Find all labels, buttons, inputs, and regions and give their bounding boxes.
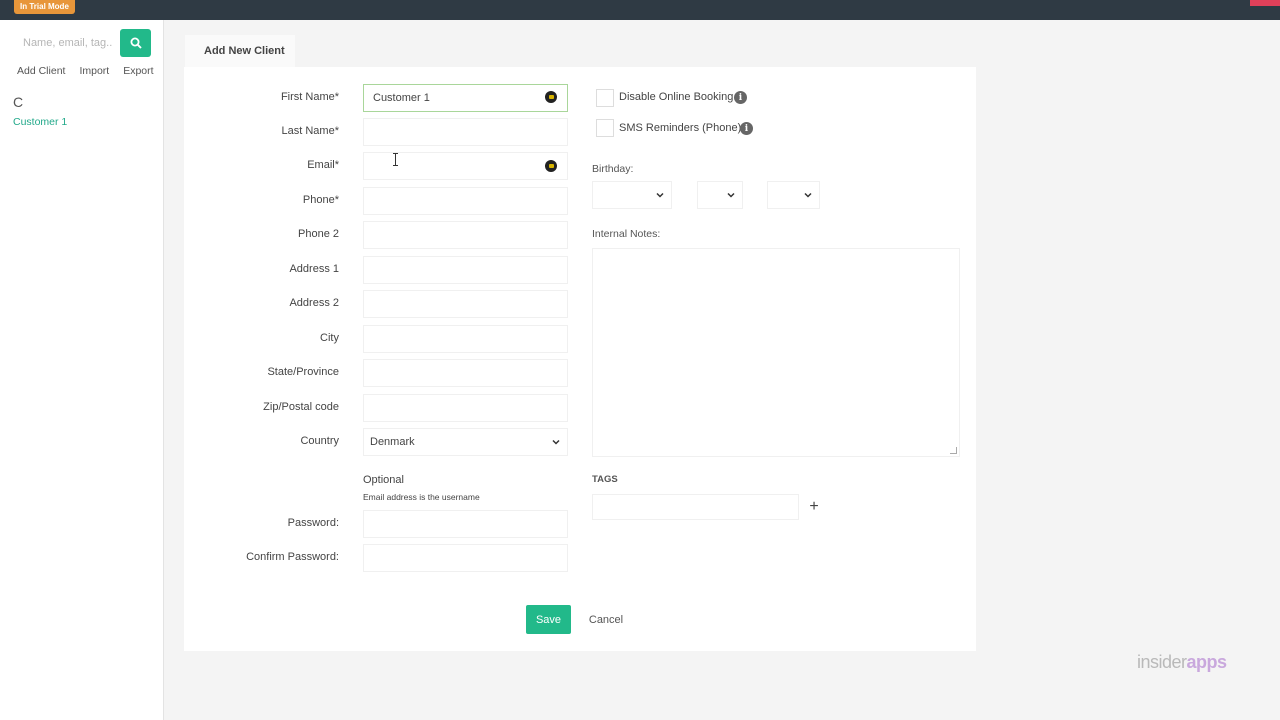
- phone2-label: Phone 2: [298, 228, 339, 240]
- zip-input[interactable]: [363, 394, 568, 422]
- autofill-lock-icon[interactable]: [545, 160, 557, 172]
- sms-reminders-label: SMS Reminders (Phone): [619, 122, 742, 134]
- country-select[interactable]: Denmark: [363, 428, 568, 456]
- resize-handle-icon[interactable]: [950, 447, 957, 454]
- add-tag-button[interactable]: +: [799, 494, 829, 520]
- phone2-input[interactable]: [363, 221, 568, 249]
- disable-online-booking-checkbox[interactable]: [596, 89, 614, 107]
- birthday-year-select[interactable]: [767, 181, 820, 209]
- import-link[interactable]: Import: [79, 65, 109, 77]
- brand-watermark: insiderapps: [1137, 652, 1227, 673]
- country-selected-value: Denmark: [370, 436, 415, 448]
- confirm-password-label: Confirm Password:: [246, 551, 339, 563]
- client-search-input[interactable]: [13, 29, 120, 57]
- address1-label: Address 1: [289, 263, 339, 275]
- top-right-indicator[interactable]: [1250, 0, 1280, 6]
- city-input[interactable]: [363, 325, 568, 353]
- client-sidebar: Add Client Import Export C Customer 1: [0, 20, 164, 720]
- country-label: Country: [300, 435, 339, 447]
- client-group-letter: C: [13, 94, 24, 110]
- password-input[interactable]: [363, 510, 568, 538]
- last-name-input[interactable]: [363, 118, 568, 146]
- optional-heading: Optional: [363, 474, 404, 486]
- birthday-day-select[interactable]: [697, 181, 743, 209]
- export-link[interactable]: Export: [123, 65, 153, 77]
- state-label: State/Province: [267, 366, 339, 378]
- brand-right: apps: [1186, 652, 1228, 672]
- last-name-label: Last Name*: [281, 125, 339, 137]
- internal-notes-textarea[interactable]: [592, 248, 960, 457]
- add-client-form: First Name* Last Name* Email* Phone* Pho…: [184, 67, 976, 651]
- phone-label: Phone*: [302, 194, 339, 206]
- chevron-down-icon: [727, 192, 735, 198]
- address1-input[interactable]: [363, 256, 568, 284]
- phone-input[interactable]: [363, 187, 568, 215]
- trial-mode-badge[interactable]: In Trial Mode: [14, 0, 75, 14]
- optional-note: Email address is the username: [363, 492, 480, 502]
- sidebar-actions: Add Client Import Export: [17, 65, 154, 77]
- confirm-password-input[interactable]: [363, 544, 568, 572]
- text-cursor-icon: [393, 153, 398, 166]
- info-icon[interactable]: i: [734, 91, 747, 104]
- search-icon: [130, 37, 142, 49]
- tags-label: TAGS: [592, 474, 618, 485]
- internal-notes-label: Internal Notes:: [592, 228, 661, 240]
- zip-label: Zip/Postal code: [263, 401, 339, 413]
- disable-online-booking-label: Disable Online Booking: [619, 91, 734, 103]
- email-input[interactable]: [363, 152, 568, 180]
- state-input[interactable]: [363, 359, 568, 387]
- first-name-label: First Name*: [280, 91, 339, 103]
- tags-input[interactable]: [592, 494, 799, 520]
- chevron-down-icon: [804, 192, 812, 198]
- address2-label: Address 2: [289, 297, 339, 309]
- top-bar: In Trial Mode: [0, 0, 1280, 20]
- info-icon[interactable]: i: [740, 122, 753, 135]
- search-button[interactable]: [120, 29, 151, 57]
- add-client-link[interactable]: Add Client: [17, 65, 65, 77]
- sms-reminders-checkbox[interactable]: [596, 119, 614, 137]
- email-label: Email*: [307, 159, 339, 171]
- save-button[interactable]: Save: [526, 605, 571, 634]
- autofill-lock-icon[interactable]: [545, 91, 557, 103]
- brand-left: insider: [1137, 652, 1187, 672]
- birthday-month-select[interactable]: [592, 181, 672, 209]
- birthday-label: Birthday:: [592, 163, 634, 175]
- city-label: City: [320, 332, 339, 344]
- cancel-button[interactable]: Cancel: [582, 605, 630, 634]
- address2-input[interactable]: [363, 290, 568, 318]
- tab-add-new-client[interactable]: Add New Client: [185, 35, 295, 67]
- first-name-input[interactable]: [363, 84, 568, 112]
- client-search: [13, 29, 151, 57]
- chevron-down-icon: [656, 192, 664, 198]
- client-list-item[interactable]: Customer 1: [13, 116, 67, 128]
- chevron-down-icon: [552, 439, 560, 445]
- password-label: Password:: [287, 517, 339, 529]
